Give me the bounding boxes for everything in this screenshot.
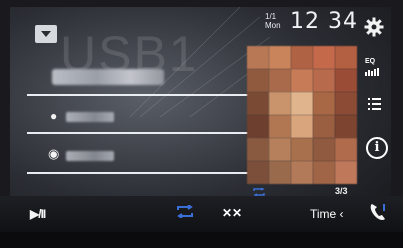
phone-icon[interactable] <box>368 202 388 222</box>
source-menu-button[interactable] <box>35 25 57 43</box>
album-name-blurred <box>66 151 114 161</box>
album-art <box>247 46 357 184</box>
clock: 12 34 <box>290 9 358 34</box>
shuffle-button[interactable]: ✕✕ <box>222 206 242 220</box>
divider-3 <box>27 172 255 174</box>
settings-gear-icon[interactable] <box>364 17 384 37</box>
track-counter: 3/3 <box>335 186 348 196</box>
date-top: 1/1 <box>265 12 277 21</box>
repeat-indicator-icon <box>253 188 265 196</box>
repeat-button-icon[interactable] <box>176 205 194 218</box>
divider-1 <box>27 94 255 96</box>
list-icon[interactable] <box>368 98 381 110</box>
bezel-bottom <box>0 232 403 248</box>
weekday: Mon <box>265 21 281 30</box>
artist-icon: ● <box>50 109 58 123</box>
play-pause-button[interactable]: ▶/II <box>30 207 46 221</box>
media-screen: USB1 ● ◉ 1/1 Mon 12 34 EQ i 3/3 ▶/II ✕✕ … <box>0 0 403 248</box>
album-icon: ◉ <box>48 146 60 161</box>
eq-bars-icon[interactable] <box>365 68 379 76</box>
info-icon[interactable]: i <box>366 137 388 159</box>
dropdown-arrow-icon <box>41 31 51 37</box>
divider-2 <box>27 132 255 134</box>
eq-label[interactable]: EQ <box>365 58 375 65</box>
date-display: 1/1 Mon <box>265 12 281 30</box>
song-title-blurred <box>52 69 164 85</box>
time-toggle-button[interactable]: Time ‹ <box>310 207 344 221</box>
artist-name-blurred <box>66 112 114 122</box>
